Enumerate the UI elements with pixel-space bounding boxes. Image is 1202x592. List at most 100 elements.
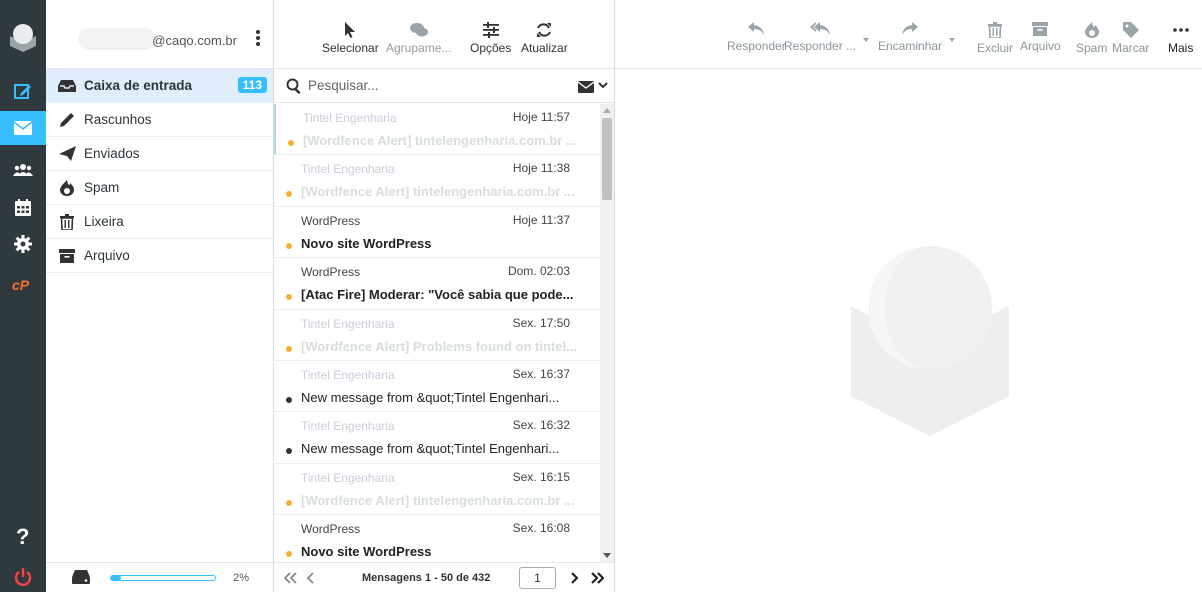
- folder-archive[interactable]: Arquivo: [46, 239, 273, 273]
- folder-label: Enviados: [84, 146, 140, 161]
- list-scrollbar[interactable]: [600, 104, 614, 562]
- message-subject: New message from &quot;Tintel Engenhari.…: [301, 441, 560, 457]
- quota-bar: [110, 575, 216, 581]
- message-row[interactable]: Tintel Engenharia Sex. 17:50 [Wordfence Al…: [274, 310, 600, 361]
- page-number-input[interactable]: 1: [519, 567, 556, 589]
- preview-pane: Responder Responder ... Encaminhar Exclu…: [615, 0, 1202, 592]
- folder-label: Rascunhos: [84, 112, 152, 127]
- message-sender: Tintel Engenharia: [301, 367, 395, 382]
- message-row[interactable]: Tintel Engenharia Sex. 16:32 New message f…: [274, 412, 600, 464]
- folder-inbox[interactable]: Caixa de entrada 113: [46, 69, 273, 103]
- message-sender: WordPress: [301, 213, 361, 228]
- delete-button[interactable]: Excluir: [977, 22, 1013, 55]
- last-page-icon[interactable]: [590, 572, 604, 584]
- folder-label: Caixa de entrada: [84, 78, 193, 93]
- nav-rail: cP ?: [0, 0, 46, 592]
- forward-button[interactable]: Encaminhar: [878, 22, 942, 53]
- message-row[interactable]: Tintel Engenharia Sex. 16:15 [Wordfence Al…: [274, 464, 600, 516]
- message-date: Sex. 16:32: [512, 418, 570, 433]
- trash-icon: [988, 22, 1002, 38]
- message-row[interactable]: WordPress Hoje 11:37 Novo site WordPress: [274, 207, 600, 259]
- folder-trash[interactable]: Lixeira: [46, 205, 273, 239]
- account-menu-icon[interactable]: [255, 29, 261, 47]
- mail-icon[interactable]: [0, 111, 46, 145]
- search-input[interactable]: [308, 78, 528, 93]
- message-subject: [Atac Fire] Moderar: "Você sabia que pod…: [301, 287, 574, 303]
- message-date: Dom. 02:03: [507, 264, 570, 279]
- scroll-down-arrow-icon[interactable]: [603, 553, 611, 559]
- more-dots-icon: [1172, 28, 1189, 32]
- webmail-app: cP ? @caqo.com.br Caixa de entrada 113 R…: [0, 0, 1202, 592]
- next-page-icon[interactable]: [570, 572, 578, 584]
- message-row[interactable]: WordPress Sex. 16:08 Novo site WordPress: [274, 515, 600, 562]
- message-date: Sex. 16:37: [512, 366, 570, 381]
- message-row[interactable]: Tintel Engenharia Hoje 11:57 [Wordfence Al…: [274, 104, 600, 156]
- scrollbar-thumb[interactable]: [602, 118, 612, 200]
- logout-power-icon[interactable]: [0, 560, 46, 592]
- message-subject: Novo site WordPress: [301, 235, 432, 251]
- group-button[interactable]: Agrupame...: [386, 22, 451, 55]
- message-sender: Tintel Engenharia: [301, 316, 395, 331]
- fire-icon: [56, 179, 78, 196]
- account-name-redacted: [78, 28, 156, 50]
- scroll-up-arrow-icon[interactable]: [603, 107, 611, 113]
- refresh-icon: [537, 23, 552, 37]
- search-bar: [274, 69, 614, 103]
- reply-all-button[interactable]: Responder ...: [784, 22, 856, 53]
- message-row[interactable]: Tintel Engenharia Hoje 11:38 [Wordfence Al…: [274, 155, 600, 207]
- chevron-down-icon[interactable]: [598, 82, 608, 89]
- unread-dot: [286, 551, 292, 558]
- unread-dot: [286, 396, 292, 403]
- options-button[interactable]: Opções: [470, 22, 511, 55]
- first-page-icon[interactable]: [284, 572, 298, 584]
- unread-count-badge: 113: [237, 77, 267, 93]
- mark-button[interactable]: Marcar: [1112, 22, 1149, 55]
- quota-footer: 2%: [46, 562, 273, 592]
- message-sender: WordPress: [301, 265, 361, 280]
- reply-icon: [748, 22, 765, 35]
- inbox-icon: [56, 79, 78, 92]
- compose-icon[interactable]: [0, 74, 46, 108]
- message-date: Hoje 11:57: [512, 110, 570, 124]
- reply-all-dropdown-caret[interactable]: [863, 38, 869, 42]
- select-button[interactable]: Selecionar: [322, 22, 379, 55]
- unread-dot: [286, 499, 292, 506]
- trash-icon: [56, 213, 78, 230]
- message-subject: [Wordfence Alert] tintelengenharia.com.b…: [301, 492, 575, 508]
- spam-button[interactable]: Spam: [1076, 22, 1107, 55]
- message-row[interactable]: Tintel Engenharia Sex. 16:37 New message f…: [274, 361, 600, 413]
- envelope-filter-icon[interactable]: [578, 81, 594, 93]
- archive-button[interactable]: Arquivo: [1020, 22, 1061, 53]
- reply-button[interactable]: Responder: [727, 22, 786, 53]
- chat-bubbles-icon: [409, 23, 428, 37]
- contacts-icon[interactable]: [0, 153, 46, 187]
- message-subject: New message from &quot;Tintel Engenhari.…: [301, 389, 560, 405]
- settings-gear-icon[interactable]: [0, 227, 46, 261]
- calendar-icon[interactable]: [0, 190, 46, 224]
- message-date: Hoje 11:38: [512, 161, 570, 176]
- folder-drafts[interactable]: Rascunhos: [46, 103, 273, 137]
- message-row[interactable]: WordPress Dom. 02:03 [Atac Fire] Moderar: …: [274, 258, 600, 310]
- unread-dot: [286, 345, 292, 352]
- previous-page-icon[interactable]: [307, 572, 315, 584]
- message-sender: Tintel Engenharia: [301, 470, 395, 485]
- unread-dot: [286, 242, 292, 249]
- unread-dot: [286, 191, 292, 198]
- account-email: @caqo.com.br: [152, 33, 237, 48]
- folder-spam[interactable]: Spam: [46, 171, 273, 205]
- message-subject: Novo site WordPress: [301, 544, 432, 560]
- svg-text:?: ?: [16, 526, 29, 546]
- reply-all-icon: [810, 22, 831, 35]
- roundcube-logo-icon[interactable]: [8, 22, 38, 52]
- message-subject: [Wordfence Alert] Problems found on tint…: [301, 338, 577, 354]
- dark-mode-moon-icon[interactable]: [0, 476, 46, 510]
- help-icon[interactable]: ?: [0, 519, 46, 553]
- more-button[interactable]: Mais: [1168, 22, 1193, 55]
- message-toolbar: Responder Responder ... Encaminhar Exclu…: [615, 0, 1202, 69]
- cpanel-icon[interactable]: cP: [0, 268, 46, 302]
- folder-sent[interactable]: Enviados: [46, 137, 273, 171]
- forward-dropdown-caret[interactable]: [949, 38, 955, 42]
- forward-icon: [902, 22, 919, 35]
- refresh-button[interactable]: Atualizar: [521, 22, 568, 55]
- unread-dot: [286, 448, 292, 455]
